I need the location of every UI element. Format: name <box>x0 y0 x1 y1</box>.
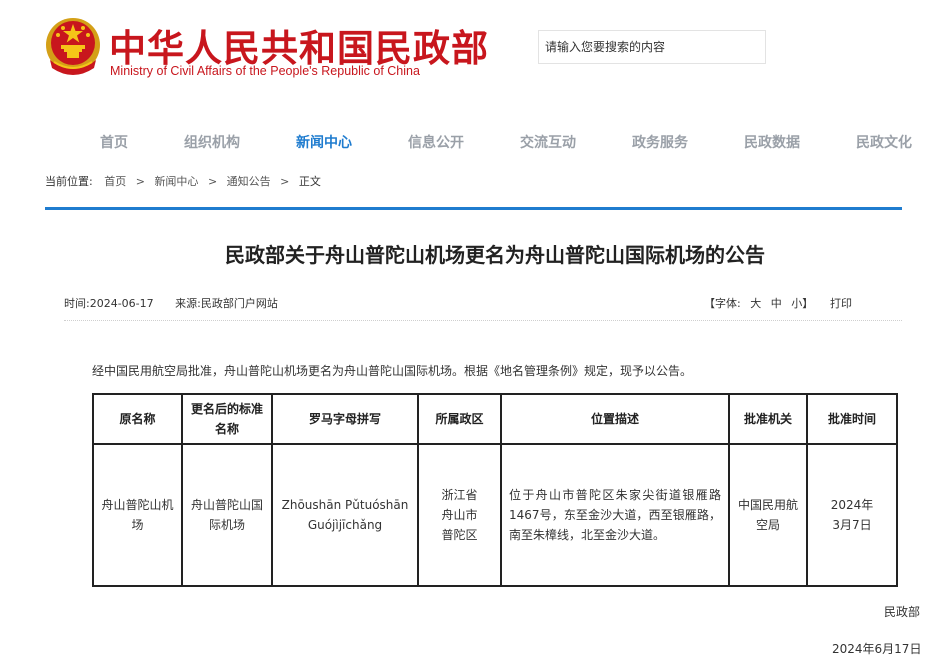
article-meta: 时间:2024-06-17 来源:民政部门户网站 <box>64 295 278 311</box>
nav-item-info-disclosure[interactable]: 信息公开 <box>408 132 464 152</box>
article-title: 民政部关于舟山普陀山机场更名为舟山普陀山国际机场的公告 <box>225 243 765 267</box>
breadcrumb-notices[interactable]: 通知公告 <box>227 175 271 188</box>
breadcrumb-news-center[interactable]: 新闻中心 <box>154 175 198 188</box>
font-size-label: 【字体: <box>704 297 741 310</box>
font-size-control: 【字体: 大 中 小】 <box>704 295 813 311</box>
table-cell: 舟山普陀山机场 <box>92 443 183 587</box>
table-cell: 舟山普陀山国际机场 <box>181 443 273 587</box>
breadcrumb-separator: > <box>135 175 145 188</box>
table-header: 更名后的标准名称 <box>181 393 273 445</box>
section-divider <box>45 207 902 210</box>
search-input[interactable] <box>538 30 766 64</box>
font-size-large-button[interactable]: 大 <box>750 297 761 310</box>
nav-item-culture[interactable]: 民政文化 <box>856 132 912 152</box>
breadcrumb-separator: > <box>280 175 290 188</box>
print-button[interactable]: 打印 <box>830 295 852 311</box>
meta-divider <box>64 320 902 321</box>
main-nav: 首页 组织机构 新闻中心 信息公开 交流互动 政务服务 民政数据 民政文化 <box>0 130 945 154</box>
rename-table: 原名称 更名后的标准名称 罗马字母拼写 所属政区 位置描述 批准机关 批准时间 … <box>92 393 898 587</box>
table-header: 罗马字母拼写 <box>271 393 419 445</box>
table-header-row: 原名称 更名后的标准名称 罗马字母拼写 所属政区 位置描述 批准机关 批准时间 <box>92 393 898 445</box>
nav-item-services[interactable]: 政务服务 <box>632 132 688 152</box>
font-size-medium-button[interactable]: 中 <box>771 297 782 310</box>
nav-item-home[interactable]: 首页 <box>100 132 128 152</box>
table-cell: 2024年3月7日 <box>806 443 898 587</box>
table-header: 位置描述 <box>500 393 730 445</box>
font-size-small-button[interactable]: 小 <box>791 297 802 310</box>
breadcrumb-current: 正文 <box>298 175 321 188</box>
nav-item-news-center[interactable]: 新闻中心 <box>296 132 352 152</box>
site-title-en: Ministry of Civil Affairs of the People'… <box>110 64 420 78</box>
table-cell: 浙江省舟山市普陀区 <box>417 443 502 587</box>
publish-time: 2024-06-17 <box>89 297 154 310</box>
breadcrumb-home[interactable]: 首页 <box>104 175 126 188</box>
national-emblem-icon <box>46 18 100 75</box>
table-cell: Zhōushān Pǔtuóshān Guójìjīchǎng <box>271 443 419 587</box>
table-cell: 中国民用航空局 <box>728 443 808 587</box>
table-row: 舟山普陀山机场 舟山普陀山国际机场 Zhōushān Pǔtuóshān Guó… <box>92 443 898 587</box>
nav-item-organization[interactable]: 组织机构 <box>184 132 240 152</box>
source-label: 来源: <box>175 297 201 310</box>
font-size-close: 】 <box>802 297 814 310</box>
table-header: 批准时间 <box>806 393 898 445</box>
source-value: 民政部门户网站 <box>200 297 278 310</box>
nav-item-data[interactable]: 民政数据 <box>744 132 800 152</box>
table-header: 原名称 <box>92 393 183 445</box>
time-label: 时间: <box>64 297 90 310</box>
breadcrumb: 当前位置: 首页 > 新闻中心 > 通知公告 > 正文 <box>45 173 321 189</box>
nav-item-interaction[interactable]: 交流互动 <box>520 132 576 152</box>
article-paragraph: 经中国民用航空局批准，舟山普陀山机场更名为舟山普陀山国际机场。根据《地名管理条例… <box>92 364 693 378</box>
table-cell: 位于舟山市普陀区朱家尖街道银雁路1467号，东至金沙大道，西至银雁路，南至朱樟线… <box>500 443 730 587</box>
breadcrumb-separator: > <box>207 175 218 188</box>
signature: 民政部 <box>884 605 921 619</box>
table-header: 所属政区 <box>417 393 502 445</box>
table-header: 批准机关 <box>728 393 808 445</box>
signature-date: 2024年6月17日 <box>832 642 922 656</box>
breadcrumb-prefix: 当前位置: <box>45 175 93 188</box>
